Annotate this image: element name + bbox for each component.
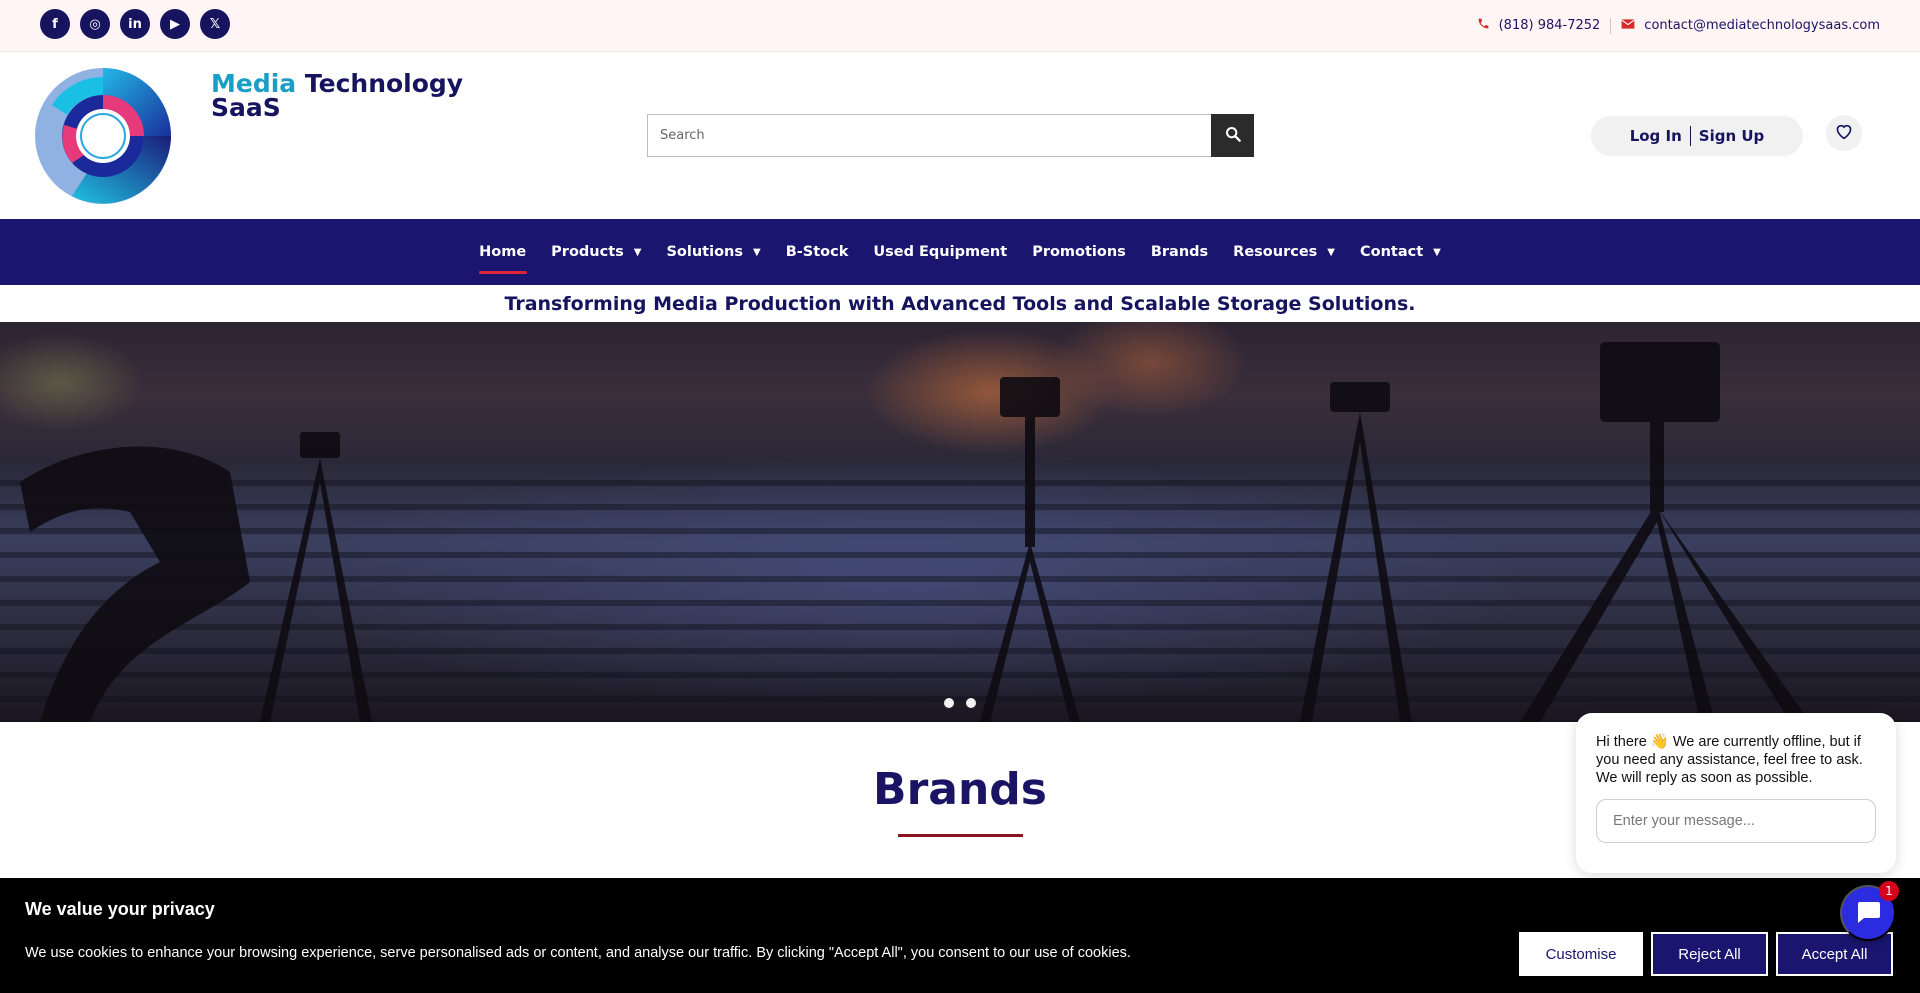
caret-down-icon: ▼	[1327, 246, 1335, 258]
chat-message: Hi there 👋 We are currently offline, but…	[1596, 734, 1863, 786]
nav-item-home[interactable]: Home	[467, 219, 539, 285]
chat-bubble-icon	[1855, 900, 1881, 927]
auth-links: Log In Sign Up	[1591, 116, 1803, 156]
nav-item-resources[interactable]: Resources ▼	[1221, 219, 1348, 285]
slider-dot-2[interactable]	[966, 698, 976, 708]
nav-label: Contact	[1360, 244, 1424, 260]
slider-pagination	[0, 698, 1920, 708]
brand-word-technology: Technology	[304, 69, 464, 98]
brands-underline	[898, 834, 1023, 837]
phone-icon	[1477, 17, 1490, 34]
brand-name[interactable]: Media Technology SaaS	[211, 69, 464, 122]
auth-divider	[1689, 126, 1691, 146]
brand-word-saas: SaaS	[211, 93, 281, 122]
instagram-icon[interactable]: ◎	[80, 9, 110, 39]
nav-label: Solutions	[666, 244, 743, 260]
social-links: f ◎ in ▶ 𝕏	[40, 9, 230, 39]
cookie-text: We use cookies to enhance your browsing …	[25, 945, 1131, 961]
cookie-consent-bar: We value your privacy We use cookies to …	[0, 878, 1920, 993]
wishlist-button[interactable]	[1826, 115, 1862, 151]
hero-image-silhouettes	[20, 342, 1810, 722]
caret-down-icon: ▼	[1433, 246, 1441, 258]
slider-dot-1[interactable]	[944, 698, 954, 708]
nav-label: Home	[479, 244, 527, 260]
hero-slider[interactable]	[0, 322, 1920, 722]
search-bar	[647, 114, 1254, 157]
search-button[interactable]	[1211, 114, 1254, 157]
nav-label: B-Stock	[785, 244, 849, 260]
caret-down-icon: ▼	[753, 246, 761, 258]
x-icon[interactable]: 𝕏	[200, 9, 230, 39]
login-link[interactable]: Log In	[1630, 127, 1682, 145]
nav-label: Resources	[1233, 244, 1318, 260]
linkedin-icon[interactable]: in	[120, 9, 150, 39]
nav-item-used-equipment[interactable]: Used Equipment	[861, 219, 1020, 285]
search-input[interactable]	[647, 114, 1211, 157]
nav-label: Used Equipment	[873, 244, 1008, 260]
main-nav: Home Products ▼ Solutions ▼ B-Stock Used E…	[0, 219, 1920, 285]
contact-info: (818) 984-7252 contact@mediatechnologysa…	[1477, 17, 1880, 34]
heart-icon	[1834, 122, 1854, 145]
email-link[interactable]: contact@mediatechnologysaas.com	[1644, 18, 1880, 33]
top-bar: f ◎ in ▶ 𝕏 (818) 984-7252 contact@mediat…	[0, 0, 1920, 52]
caret-down-icon: ▼	[633, 246, 642, 258]
signup-link[interactable]: Sign Up	[1699, 127, 1765, 145]
reject-all-button[interactable]: Reject All	[1651, 932, 1768, 976]
search-icon	[1225, 126, 1241, 145]
nav-item-contact[interactable]: Contact ▼	[1348, 219, 1454, 285]
nav-item-b-stock[interactable]: B-Stock	[773, 219, 861, 285]
cookie-title: We value your privacy	[25, 899, 215, 919]
chat-notification-badge: 1	[1879, 881, 1899, 901]
nav-item-promotions[interactable]: Promotions	[1020, 219, 1139, 285]
contact-divider	[1610, 17, 1612, 34]
nav-item-brands[interactable]: Brands	[1138, 219, 1220, 285]
nav-label: Brands	[1150, 244, 1209, 260]
nav-item-solutions[interactable]: Solutions ▼	[654, 219, 773, 285]
phone-link[interactable]: (818) 984-7252	[1499, 18, 1601, 33]
customise-button[interactable]: Customise	[1519, 932, 1643, 976]
nav-label: Promotions	[1032, 244, 1126, 260]
site-logo[interactable]	[32, 65, 174, 207]
youtube-icon[interactable]: ▶	[160, 9, 190, 39]
envelope-icon	[1621, 18, 1636, 34]
facebook-icon[interactable]: f	[40, 9, 70, 39]
chat-popup: Hi there 👋 We are currently offline, but…	[1576, 713, 1896, 873]
chat-message-input[interactable]	[1596, 799, 1876, 843]
nav-item-products[interactable]: Products ▼	[539, 219, 654, 285]
tagline: Transforming Media Production with Advan…	[504, 292, 1416, 315]
nav-label: Products	[551, 244, 624, 260]
